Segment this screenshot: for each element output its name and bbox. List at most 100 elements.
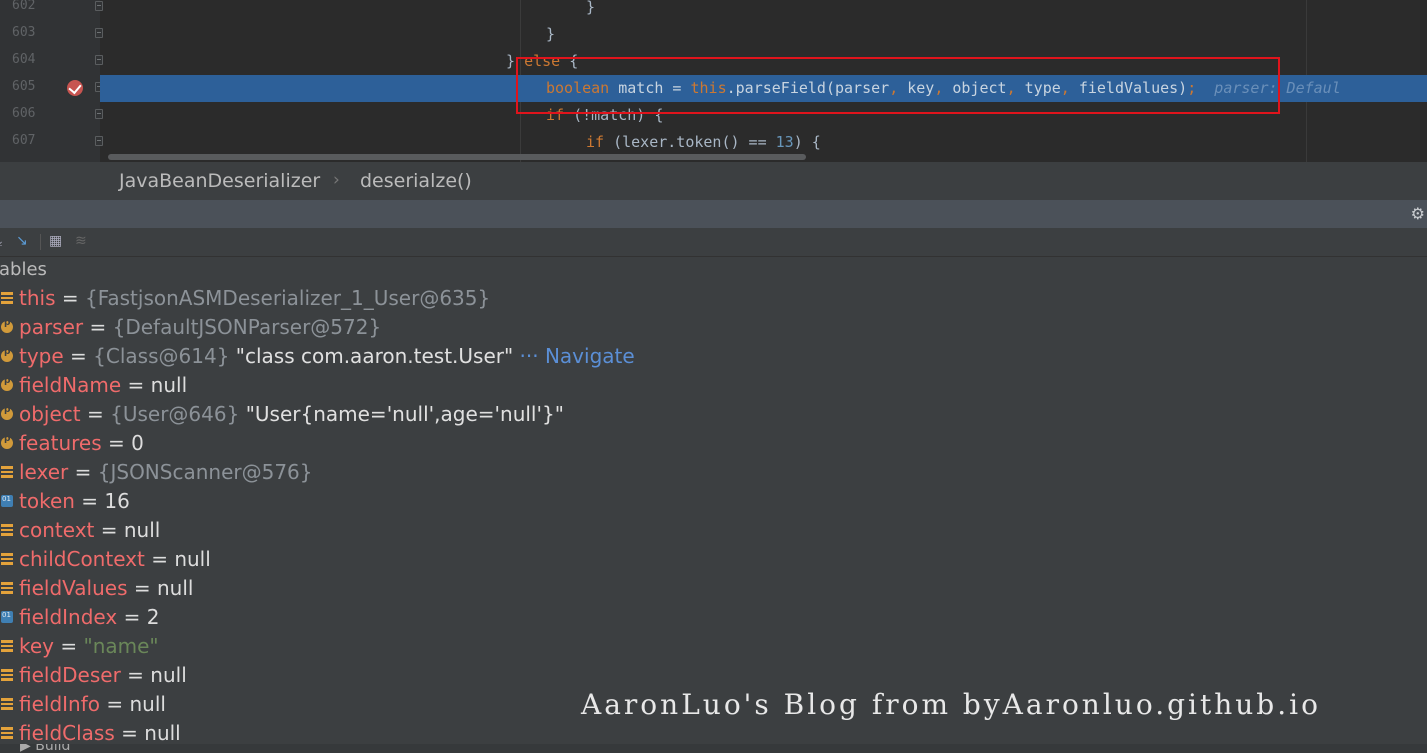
equals-sign: =	[144, 547, 175, 571]
run-to-cursor-icon[interactable]: ↘	[16, 233, 28, 249]
variable-text: childContext = null	[19, 547, 211, 571]
variable-string-value: "name"	[83, 634, 159, 658]
code-line[interactable]: if (!match) {	[100, 102, 1427, 129]
field-icon	[1, 292, 13, 304]
trace-icon[interactable]: ≋	[75, 233, 87, 249]
equals-sign: =	[63, 344, 94, 368]
gear-icon[interactable]: ⚙	[1411, 204, 1425, 223]
gutter-line[interactable]: 606	[0, 102, 103, 129]
bottom-tool-strip: ▶ Build	[0, 744, 1427, 753]
variable-name: fieldInfo	[19, 692, 101, 716]
code-token: ;	[1187, 79, 1197, 97]
gutter-line[interactable]: 607	[0, 129, 103, 156]
variable-row[interactable]: fieldName = null	[0, 371, 1427, 400]
variable-reference: {DefaultJSONParser@572}	[112, 315, 382, 339]
field-icon	[1, 524, 13, 536]
variable-text: key = "name"	[19, 634, 159, 658]
variables-title: iables	[0, 259, 47, 280]
code-token: ,	[1006, 79, 1016, 97]
code-line[interactable]: if (lexer.token() == 13) {	[100, 129, 1427, 156]
current-execution-line[interactable]: boolean match = this.parseField(parser, …	[100, 75, 1427, 102]
variable-row[interactable]: key = "name"	[0, 632, 1427, 661]
debug-panel-header: ⚙	[0, 200, 1427, 228]
variable-name: childContext	[19, 547, 145, 571]
code-line[interactable]: } else {	[100, 48, 1427, 75]
code-token: ,	[889, 79, 899, 97]
build-tab-fragment[interactable]: ▶ Build	[20, 744, 70, 753]
param-icon	[1, 347, 13, 362]
variable-name: context	[19, 518, 95, 542]
variable-name: lexer	[19, 460, 69, 484]
variable-name: fieldDeser	[19, 663, 121, 687]
horizontal-scrollbar[interactable]	[108, 154, 806, 160]
variable-string: "class com.aaron.test.User"	[229, 344, 514, 368]
evaluate-expression-icon[interactable]: ▦	[49, 233, 62, 249]
variable-row[interactable]: fieldDeser = null	[0, 661, 1427, 690]
variable-value: null	[150, 663, 187, 687]
variable-row[interactable]: lexer = {JSONScanner@576}	[0, 458, 1427, 487]
variable-row[interactable]: object = {User@646} "User{name='null',ag…	[0, 400, 1427, 429]
variable-name: object	[19, 402, 81, 426]
navigate-link[interactable]: ··· Navigate	[513, 344, 635, 368]
variable-row[interactable]: this = {FastjsonASMDeserializer_1_User@6…	[0, 284, 1427, 313]
breadcrumb-method[interactable]: deserialze()	[360, 170, 472, 192]
variable-row[interactable]: fieldValues = null	[0, 574, 1427, 603]
equals-sign: =	[127, 576, 157, 600]
code-token: if	[546, 106, 565, 124]
code-editor[interactable]: 602 603 604 605 606 607 }} } else { boolean mat…	[0, 0, 1427, 162]
variable-value: null	[150, 373, 188, 397]
equals-sign: =	[94, 518, 124, 542]
gutter-line[interactable]: 602	[0, 0, 103, 21]
variable-reference: {User@646}	[110, 402, 240, 426]
code-token: type	[1015, 79, 1061, 97]
code-line[interactable]: }	[100, 0, 1427, 21]
variable-row[interactable]: childContext = null	[0, 545, 1427, 574]
variable-value: 0	[131, 431, 144, 455]
code-token: this	[690, 79, 727, 97]
editor-gutter[interactable]: 602 603 604 605 606 607	[0, 0, 103, 162]
variable-string: "User{name='null',age='null'}"	[239, 402, 564, 426]
variable-name: fieldName	[19, 373, 122, 397]
variable-row[interactable]: fieldIndex = 2	[0, 603, 1427, 632]
variable-row[interactable]: features = 0	[0, 429, 1427, 458]
code-line[interactable]: }	[100, 21, 1427, 48]
code-token: .parseField(parser	[726, 79, 890, 97]
variable-row[interactable]: type = {Class@614} "class com.aaron.test…	[0, 342, 1427, 371]
variable-text: type = {Class@614} "class com.aaron.test…	[19, 344, 635, 368]
variable-text: fieldClass = null	[19, 721, 181, 745]
variable-name: parser	[19, 315, 84, 339]
variable-name: fieldClass	[19, 721, 115, 745]
line-number: 602	[12, 0, 36, 13]
variable-text: fieldInfo = null	[19, 692, 166, 716]
gutter-line[interactable]: 603	[0, 21, 103, 48]
variable-row[interactable]: context = null	[0, 516, 1427, 545]
breadcrumb-class[interactable]: JavaBeanDeserializer	[119, 170, 320, 192]
code-token: fieldValues)	[1069, 79, 1188, 97]
variable-text: fieldDeser = null	[19, 663, 187, 687]
code-token: (!match) {	[564, 106, 664, 124]
param-icon	[1, 318, 13, 333]
variable-row[interactable]: token = 16	[0, 487, 1427, 516]
debug-toolbar: ⤓ ↘ ▦ ≋	[0, 228, 1427, 257]
prim-icon	[1, 495, 13, 507]
code-text: } else {	[506, 52, 578, 70]
code-token: }	[546, 25, 556, 43]
field-icon	[1, 582, 13, 594]
equals-sign: =	[80, 402, 111, 426]
variable-value: 2	[146, 605, 160, 629]
variable-value: null	[174, 547, 211, 571]
gutter-line[interactable]: 605	[0, 75, 103, 102]
line-number: 605	[12, 79, 36, 94]
field-icon	[1, 640, 13, 652]
step-into-icon[interactable]: ⤓	[0, 233, 2, 249]
breadcrumb: JavaBeanDeserializer › deserialze()	[0, 162, 1427, 200]
gutter-line[interactable]: 604	[0, 48, 103, 75]
code-token: (lexer.token() ==	[604, 133, 776, 151]
variable-reference: {Class@614}	[93, 344, 230, 368]
code-token: }	[586, 0, 596, 16]
breakpoint-icon[interactable]	[67, 80, 83, 96]
line-number: 604	[12, 52, 36, 67]
equals-sign: =	[120, 663, 151, 687]
param-icon	[1, 376, 13, 391]
variable-row[interactable]: parser = {DefaultJSONParser@572}	[0, 313, 1427, 342]
